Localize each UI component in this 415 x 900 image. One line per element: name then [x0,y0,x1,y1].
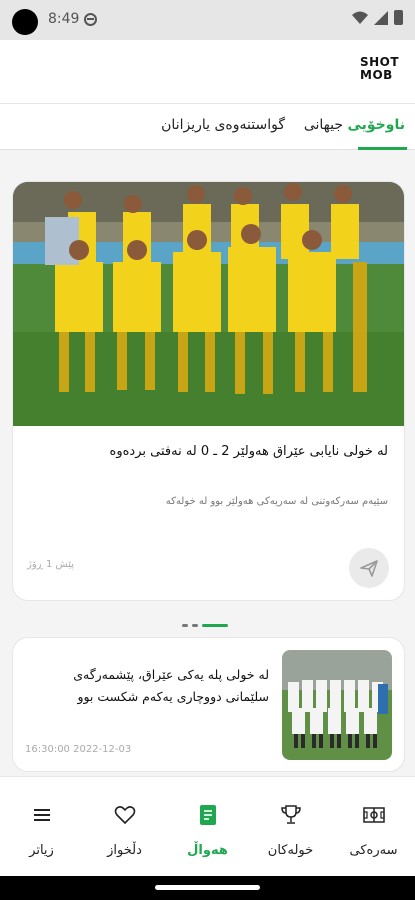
category-tabs: ناوخۆیی جیهانی گواستنەوەی یاریزانان [0,104,415,150]
featured-title[interactable]: لە خولی نایابی عێراق هەولێر 2 ـ 0 لە نەف… [28,444,388,459]
status-bar: 8:49 [0,0,415,40]
send-icon [360,560,378,577]
pager-dot[interactable] [182,624,188,627]
pitch-icon [362,807,385,823]
featured-time: پێش 1 ڕۆژ [27,559,75,570]
home-gesture-handle[interactable] [155,885,260,890]
wifi-icon [352,11,368,24]
featured-news-card[interactable]: لە خولی نایابی عێراق هەولێر 2 ـ 0 لە نەف… [12,181,405,601]
nav-favorites[interactable]: دڵخواز [83,777,166,877]
bottom-navigation: سەرەکی خولەکان هەواڵ دڵخواز زیاتر [0,776,415,876]
battery-icon [394,10,403,25]
pager-dot-active[interactable] [202,624,228,627]
nav-news[interactable]: هەواڵ [166,777,249,877]
news-item-title[interactable]: لە خولی پلە یەکی عێراق، پێشمەرگەی سلێمان… [29,664,269,708]
team-photo [13,182,404,426]
menu-icon [33,809,50,821]
nav-leagues-label: خولەکان [267,843,314,858]
tab-local[interactable]: ناوخۆیی [347,117,405,133]
news-list-item[interactable]: لە خولی پلە یەکی عێراق، پێشمەرگەی سلێمان… [12,637,405,772]
app-screen: 8:49 SHOT MOB ناوخۆیی جیهانی گواستنەوەی … [0,0,415,900]
pager-dot[interactable] [192,624,198,627]
nav-more-label: زیاتر [29,843,54,858]
featured-subtitle: سێیەم سەرکەوتنی لە سەریەکی هەولێر بوو لە… [165,496,388,507]
active-tab-indicator [358,147,407,150]
nav-home[interactable]: سەرەکی [332,777,415,877]
nav-favorites-label: دڵخواز [107,843,142,858]
nav-leagues[interactable]: خولەکان [249,777,332,877]
do-not-disturb-icon [84,13,97,26]
camera-cutout [12,9,38,35]
system-nav-bar [0,876,415,900]
news-thumbnail [282,650,392,760]
status-time: 8:49 [48,11,80,27]
heart-icon [114,806,135,824]
trophy-icon [280,805,301,824]
signal-icon [374,10,388,25]
tab-world[interactable]: جیهانی [304,117,343,133]
app-header: SHOT MOB [0,40,415,104]
nav-home-label: سەرەکی [349,843,398,858]
tab-transfers[interactable]: گواستنەوەی یاریزانان [161,117,285,133]
share-button[interactable] [349,548,389,588]
carousel-pager [182,624,228,627]
news-item-timestamp: 16:30:00 2022-12-03 [25,744,132,755]
news-icon [199,805,216,825]
nav-news-label: هەواڵ [187,843,228,858]
nav-more[interactable]: زیاتر [0,777,83,877]
shotmob-logo[interactable]: SHOT MOB [360,56,400,86]
